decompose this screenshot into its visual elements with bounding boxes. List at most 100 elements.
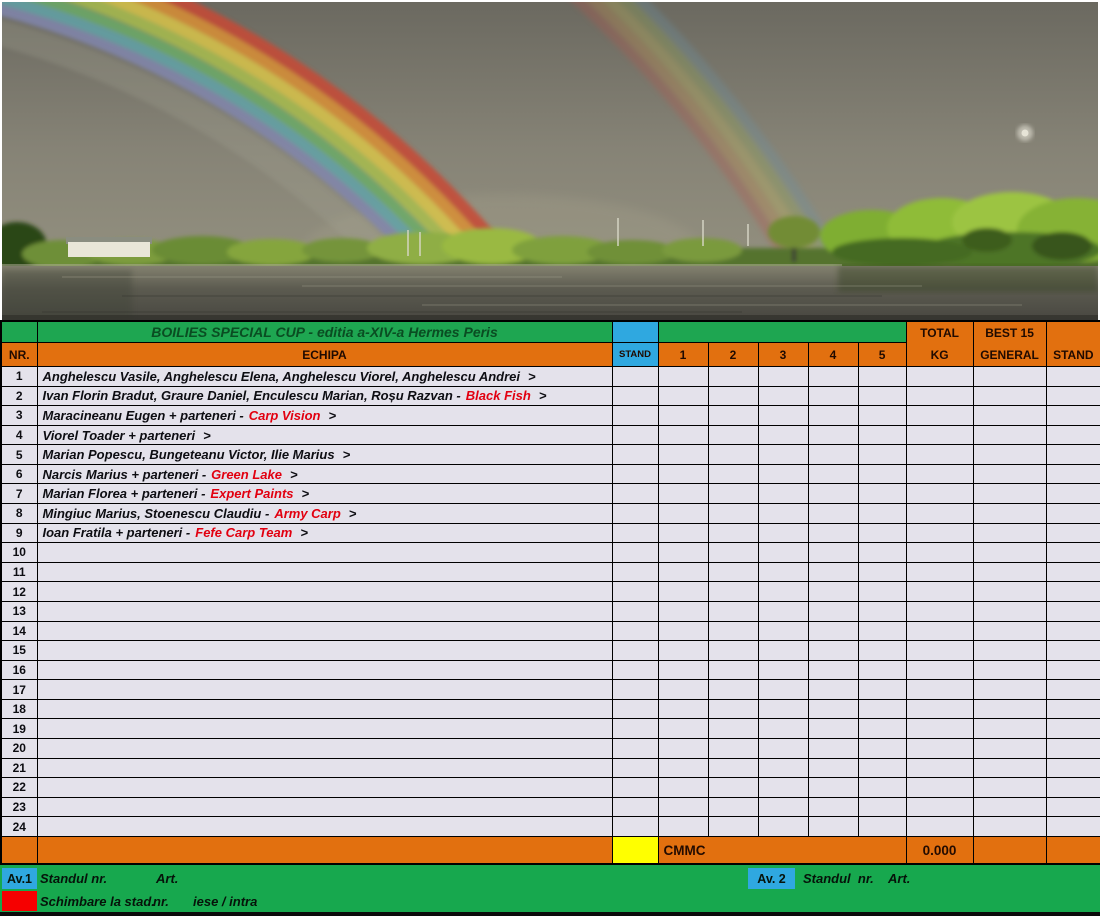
best15-cell[interactable]	[972, 522, 1047, 544]
stand-cell[interactable]	[611, 640, 659, 661]
sector-5-cell[interactable]	[857, 600, 907, 622]
best15-cell[interactable]	[972, 640, 1047, 661]
sector-3-cell[interactable]	[757, 561, 809, 583]
col-header-total-kg[interactable]: TOTAL KG	[905, 320, 974, 367]
best15-cell[interactable]	[972, 777, 1047, 798]
sector-2-cell[interactable]	[707, 561, 759, 583]
col-header-stand-right[interactable]: STAND	[1045, 320, 1100, 367]
sector-4-cell[interactable]	[807, 640, 859, 661]
corner-cell[interactable]	[0, 320, 38, 344]
sector-2-cell[interactable]	[707, 757, 759, 779]
row-number-cell[interactable]: 8	[0, 503, 38, 524]
best15-cell[interactable]	[972, 483, 1047, 505]
sector-3-cell[interactable]	[757, 757, 809, 779]
sector-1-cell[interactable]	[657, 581, 709, 602]
sector-2-cell[interactable]	[707, 600, 759, 622]
sector-1-cell[interactable]	[657, 679, 709, 700]
stand-highlight-cell[interactable]	[611, 835, 659, 865]
stand2-cell[interactable]	[1045, 522, 1100, 544]
sector-5-cell[interactable]	[857, 679, 907, 700]
total-kg-cell[interactable]	[905, 659, 974, 681]
best15-cell[interactable]	[972, 366, 1047, 387]
stand-cell[interactable]	[611, 581, 659, 602]
team-name-cell[interactable]: Marian Popescu, Bungeteanu Victor, Ilie …	[36, 444, 613, 465]
sector-3-cell[interactable]	[757, 366, 809, 387]
best15-cell[interactable]	[972, 405, 1047, 426]
sector-1-cell[interactable]	[657, 385, 709, 407]
row-number-cell[interactable]: 12	[0, 581, 38, 602]
sector-1-cell[interactable]	[657, 483, 709, 505]
stand2-cell[interactable]	[1045, 796, 1100, 818]
best15-cell[interactable]	[972, 542, 1047, 563]
best15-cell[interactable]	[972, 600, 1047, 622]
stand2-cell[interactable]	[1045, 620, 1100, 642]
sector-2-cell[interactable]	[707, 698, 759, 720]
row-number-cell[interactable]: 4	[0, 424, 38, 446]
stand2-cell[interactable]	[1045, 444, 1100, 465]
sector-3-cell[interactable]	[757, 620, 809, 642]
sector-4-cell[interactable]	[807, 581, 859, 602]
best15-cell[interactable]	[972, 698, 1047, 720]
sector-4-cell[interactable]	[807, 659, 859, 681]
sector-2-cell[interactable]	[707, 679, 759, 700]
best15-cell[interactable]	[972, 796, 1047, 818]
sector-2-cell[interactable]	[707, 444, 759, 465]
sector-5-cell[interactable]	[857, 444, 907, 465]
row-number-cell[interactable]: 23	[0, 796, 38, 818]
sector-4-cell[interactable]	[807, 405, 859, 426]
av2-cell[interactable]: Av. 2	[748, 868, 795, 889]
total-kg-cell[interactable]	[905, 424, 974, 446]
stand-cell[interactable]	[611, 366, 659, 387]
best15-cell[interactable]	[972, 463, 1047, 485]
sector-3-cell[interactable]	[757, 737, 809, 759]
summary-echipa-cell[interactable]	[36, 835, 613, 865]
sector-1-cell[interactable]	[657, 366, 709, 387]
team-name-cell[interactable]	[36, 640, 613, 661]
row-number-cell[interactable]: 18	[0, 698, 38, 720]
team-name-cell[interactable]: Marian Florea + parteneri - Expert Paints…	[36, 483, 613, 505]
row-number-cell[interactable]: 21	[0, 757, 38, 779]
total-kg-cell[interactable]	[905, 679, 974, 700]
sector-1-cell[interactable]	[657, 737, 709, 759]
best15-cell[interactable]	[972, 424, 1047, 446]
col-header-sector-5[interactable]: 5	[857, 342, 907, 367]
sector-5-cell[interactable]	[857, 424, 907, 446]
table-title[interactable]: BOILIES SPECIAL CUP - editia a-XIV-a Her…	[36, 320, 613, 344]
sector-1-cell[interactable]	[657, 816, 709, 837]
sector-4-cell[interactable]	[807, 542, 859, 563]
row-number-cell[interactable]: 5	[0, 444, 38, 465]
team-name-cell[interactable]: Ioan Fratila + parteneri - Fefe Carp Team…	[36, 522, 613, 544]
total-kg-cell[interactable]	[905, 522, 974, 544]
stand2-cell[interactable]	[1045, 737, 1100, 759]
team-name-cell[interactable]	[36, 581, 613, 602]
best15-cell[interactable]	[972, 561, 1047, 583]
row-number-cell[interactable]: 9	[0, 522, 38, 544]
stand2-cell[interactable]	[1045, 581, 1100, 602]
stand2-cell[interactable]	[1045, 424, 1100, 446]
sector-1-cell[interactable]	[657, 718, 709, 739]
stand-cell[interactable]	[611, 796, 659, 818]
row-number-cell[interactable]: 16	[0, 659, 38, 681]
col-header-sector-1[interactable]: 1	[657, 342, 709, 367]
sector-5-cell[interactable]	[857, 816, 907, 837]
stand2-cell[interactable]	[1045, 659, 1100, 681]
total-kg-cell[interactable]	[905, 581, 974, 602]
sector-2-cell[interactable]	[707, 542, 759, 563]
sector-2-cell[interactable]	[707, 640, 759, 661]
sector-2-cell[interactable]	[707, 620, 759, 642]
sector-1-cell[interactable]	[657, 405, 709, 426]
total-kg-cell[interactable]	[905, 816, 974, 837]
team-name-cell[interactable]	[36, 757, 613, 779]
stand2-cell[interactable]	[1045, 405, 1100, 426]
sector-2-cell[interactable]	[707, 659, 759, 681]
total-kg-cell[interactable]	[905, 620, 974, 642]
stand-cell[interactable]	[611, 463, 659, 485]
sector-5-cell[interactable]	[857, 366, 907, 387]
sector-2-cell[interactable]	[707, 463, 759, 485]
team-name-cell[interactable]: Narcis Marius + parteneri - Green Lake >	[36, 463, 613, 485]
sector-3-cell[interactable]	[757, 503, 809, 524]
team-name-cell[interactable]	[36, 620, 613, 642]
sector-3-cell[interactable]	[757, 777, 809, 798]
total-kg-cell[interactable]	[905, 777, 974, 798]
sector-2-cell[interactable]	[707, 816, 759, 837]
